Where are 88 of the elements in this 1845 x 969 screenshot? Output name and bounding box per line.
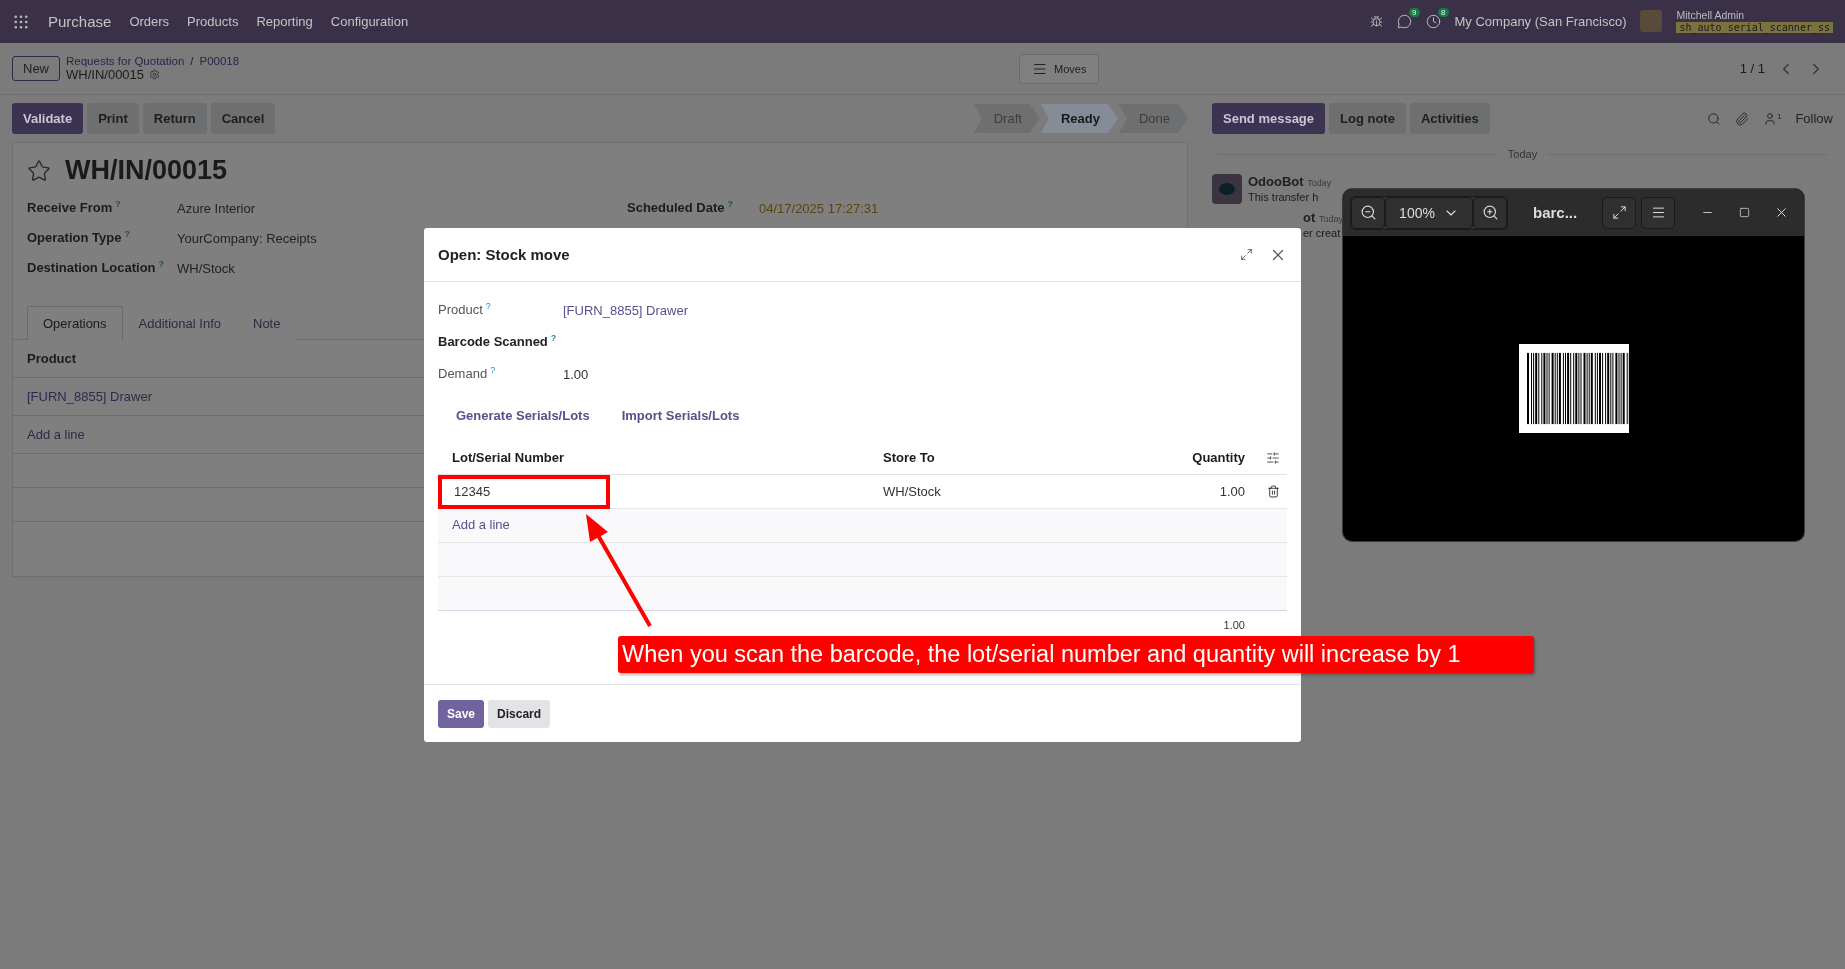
- dialog-title: Open: Stock move: [438, 246, 570, 263]
- date-separator: Today: [1507, 148, 1538, 160]
- menu-item[interactable]: Orders: [129, 14, 170, 29]
- field-label: Barcode Scanned ?: [438, 334, 558, 350]
- field-label: Product ?: [438, 302, 492, 318]
- status-stage[interactable]: Ready: [1040, 104, 1118, 133]
- message-time: Today: [1318, 214, 1343, 224]
- record-name: WH/IN/00015: [66, 67, 145, 82]
- column-header: Lot/Serial Number: [438, 441, 869, 475]
- zoom-in-button[interactable]: [1473, 196, 1507, 229]
- message-text: er creat: [1303, 227, 1342, 239]
- field-value: Azure Interior: [177, 200, 256, 216]
- discard-button[interactable]: Discard: [488, 699, 551, 728]
- gear-icon[interactable]: [149, 69, 161, 80]
- follower-icon[interactable]: [1762, 111, 1777, 126]
- chatter-button[interactable]: Activities: [1409, 103, 1490, 134]
- message-author: ot: [1303, 210, 1316, 225]
- search-icon[interactable]: [1706, 111, 1721, 126]
- lot-number-cell[interactable]: 12345: [438, 474, 610, 509]
- app-name[interactable]: Purchase: [48, 13, 112, 30]
- new-button[interactable]: New: [12, 56, 60, 81]
- field-value: WH/Stock: [177, 260, 235, 276]
- fullscreen-button[interactable]: [1602, 196, 1637, 229]
- action-button[interactable]: Print: [87, 103, 139, 134]
- field-label: Demand ?: [438, 366, 497, 382]
- column-header: Store To: [869, 441, 1139, 475]
- serials-button[interactable]: Import Serials/Lots: [615, 404, 746, 427]
- chatter-button[interactable]: Log note: [1329, 103, 1406, 134]
- record-title: WH/IN/00015: [65, 155, 228, 186]
- quantity-total: 1.00: [1223, 619, 1245, 631]
- field-label: Scheduled Date ?: [627, 200, 735, 216]
- follower-count: 1: [1776, 111, 1782, 123]
- field-label: Receive From ?: [27, 200, 122, 216]
- moves-button[interactable]: Moves: [1019, 53, 1100, 84]
- breadcrumb-separator: /: [190, 55, 194, 67]
- message-count: 9: [1409, 8, 1420, 17]
- follow-link[interactable]: Follow: [1795, 111, 1833, 126]
- activity-count: 8: [1438, 8, 1449, 17]
- product-link[interactable]: [FURN_8855] Drawer: [27, 389, 152, 404]
- chat-icon[interactable]: [1396, 14, 1412, 29]
- chatter-button[interactable]: Send message: [1212, 103, 1326, 134]
- column-header: Quantity: [1139, 441, 1259, 475]
- action-button[interactable]: Validate: [12, 103, 84, 134]
- maximize-icon: [1739, 207, 1751, 218]
- trash-icon[interactable]: [1266, 485, 1280, 498]
- message-time: Today: [1307, 178, 1332, 188]
- menu-item[interactable]: Products: [187, 14, 239, 29]
- expand-icon[interactable]: [1240, 248, 1253, 261]
- column-settings-icon[interactable]: [1266, 450, 1280, 465]
- product-link[interactable]: [FURN_8855] Drawer: [563, 302, 688, 318]
- action-button[interactable]: Return: [142, 103, 207, 134]
- menu-item[interactable]: Configuration: [330, 14, 409, 29]
- message-text: This transfer h: [1248, 191, 1320, 203]
- annotation-callout: When you scan the barcode, the lot/serial number and quantity will increase by 1: [618, 636, 1534, 673]
- save-button[interactable]: Save: [438, 699, 485, 728]
- field-label: Destination Location ?: [27, 260, 166, 276]
- expand-icon: [1611, 205, 1627, 220]
- field-label: Operation Type ?: [27, 230, 131, 246]
- zoom-in-icon: [1481, 204, 1499, 221]
- field-value: 04/17/2025 17:27:31: [759, 200, 879, 216]
- action-button[interactable]: Cancel: [210, 103, 276, 134]
- field-value: 1.00: [563, 366, 589, 382]
- menu-button[interactable]: [1641, 196, 1676, 229]
- viewer-title: barc...: [1533, 204, 1578, 221]
- tab[interactable]: Operations: [27, 306, 123, 340]
- paperclip-icon[interactable]: [1734, 111, 1749, 126]
- apps-menu-icon[interactable]: [12, 12, 30, 31]
- user-name[interactable]: Mitchell Admin: [1676, 10, 1833, 22]
- company-switcher[interactable]: My Company (San Francisco): [1454, 14, 1627, 29]
- column-header: Product: [27, 351, 77, 366]
- pager[interactable]: 1 / 1: [1739, 61, 1765, 76]
- zoom-level-dropdown[interactable]: 100%: [1385, 196, 1473, 229]
- bug-icon[interactable]: [1369, 15, 1383, 28]
- serials-button[interactable]: Generate Serials/Lots: [450, 404, 596, 427]
- bot-avatar: [1212, 174, 1242, 204]
- field-value: YourCompany: Receipts: [177, 230, 317, 246]
- breadcrumb-link[interactable]: P00018: [199, 55, 240, 67]
- menu-item[interactable]: Reporting: [256, 14, 313, 29]
- breadcrumb-link[interactable]: Requests for Quotation: [66, 55, 185, 67]
- menu-icon: [1650, 205, 1666, 220]
- add-line-link[interactable]: Add a line: [452, 517, 510, 532]
- database-tag: sh_auto_serial_scanner_ss: [1676, 21, 1833, 33]
- zoom-out-button[interactable]: [1351, 196, 1385, 229]
- star-icon[interactable]: [27, 158, 51, 183]
- clock-icon[interactable]: [1425, 14, 1441, 29]
- zoom-out-icon: [1359, 204, 1377, 221]
- message-author: OdooBot: [1248, 174, 1304, 189]
- add-line-link[interactable]: Add a line: [27, 427, 85, 442]
